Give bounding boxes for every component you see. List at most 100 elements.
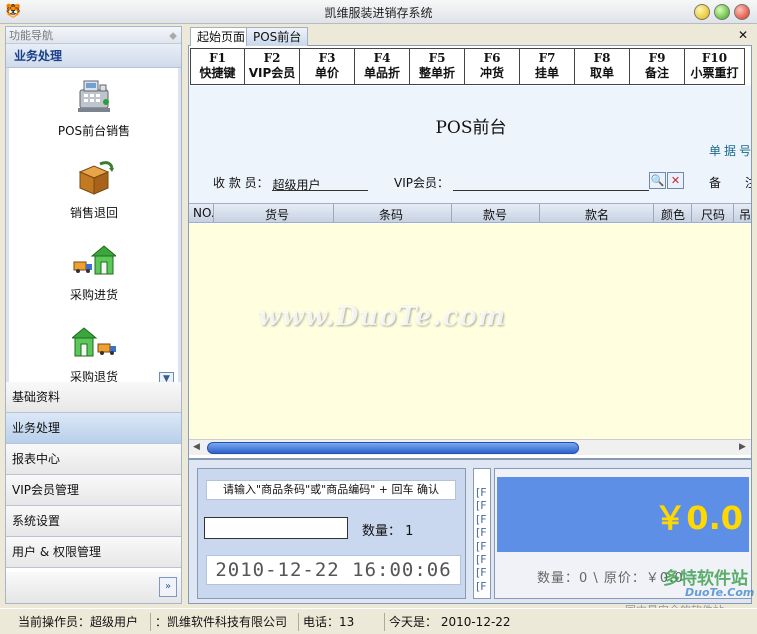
fkey-f4[interactable]: F4 单品折 xyxy=(355,48,410,85)
fkey-f5[interactable]: F5 整单折 xyxy=(410,48,465,85)
nav-group-list: 基础资料 业务处理 报表中心 VIP会员管理 系统设置 用户 & 权限管理 xyxy=(6,382,181,568)
status-operator: 当前操作员：超级用户 xyxy=(18,615,139,629)
fkey-f7[interactable]: F7 挂单 xyxy=(520,48,575,85)
nav-item-label: 采购进货 xyxy=(69,288,118,302)
nav-group-reports[interactable]: 报表中心 xyxy=(6,444,181,475)
nav-panel: 功能导航 ⬥ 业务处理 POS前台销售 销售退回 采购进货 采购退货 ▼ 基础资… xyxy=(5,26,182,604)
fkey-f2[interactable]: F2 VIP会员 xyxy=(245,48,300,85)
minimize-button[interactable] xyxy=(694,4,710,20)
quantity-field: 数量： 1 xyxy=(362,520,413,539)
quantity-value[interactable]: 1 xyxy=(405,524,413,539)
purchase-truck-house-icon xyxy=(72,240,118,278)
doc-number-label: 单据号 xyxy=(709,144,752,158)
col-item-no[interactable]: 货号 xyxy=(265,206,289,223)
fkey-code: F5 xyxy=(428,51,446,65)
horizontal-scrollbar[interactable]: ◀ ▶ xyxy=(189,439,751,455)
nav-group-basic-data[interactable]: 基础资料 xyxy=(6,382,181,413)
fk-list-item: [F xyxy=(476,499,487,513)
fk-list-item: [F xyxy=(476,566,487,580)
function-key-list: [F [F [F [F [F [F [F [F xyxy=(473,468,491,599)
nav-header-label: 功能导航 xyxy=(9,29,53,42)
vip-search-icon[interactable]: 🔍 xyxy=(649,172,666,189)
col-style-no[interactable]: 款号 xyxy=(483,206,507,223)
nav-group-users[interactable]: 用户 & 权限管理 xyxy=(6,537,181,568)
close-button[interactable] xyxy=(734,4,750,20)
col-style-name[interactable]: 款名 xyxy=(585,206,609,223)
tab-start-page[interactable]: 起始页面 xyxy=(190,27,253,46)
col-size[interactable]: 尺码 xyxy=(701,206,725,223)
fkey-f1[interactable]: F1 快捷键 xyxy=(190,48,245,85)
nav-item-label: POS前台销售 xyxy=(57,124,131,138)
vip-input[interactable] xyxy=(452,176,649,191)
fkey-label: 冲货 xyxy=(479,66,504,80)
title-bar: 🐯 凯维服装进销存系统 xyxy=(0,0,757,24)
fkey-label: 快捷键 xyxy=(199,66,236,80)
fkey-f6[interactable]: F6 冲货 xyxy=(465,48,520,85)
fkey-code: F2 xyxy=(263,51,281,65)
nav-group-settings[interactable]: 系统设置 xyxy=(6,506,181,537)
fk-list-item: [F xyxy=(476,553,487,567)
fkey-code: F6 xyxy=(483,51,501,65)
fkey-label: VIP会员 xyxy=(248,66,296,80)
status-bar: 当前操作员：超级用户 ：凯维软件科技有限公司 电话：13 今天是： 2010-1… xyxy=(0,608,757,634)
cashier-field: 收 款 员： 超级用户 xyxy=(213,174,369,192)
scroll-left-icon[interactable]: ◀ xyxy=(193,442,200,452)
fkey-f10[interactable]: F10 小票重打 xyxy=(685,48,745,85)
status-company: ：凯维软件科技有限公司 xyxy=(150,613,287,631)
total-display: ￥0.0 xyxy=(497,477,749,552)
nav-item-label: 销售退回 xyxy=(69,206,118,220)
barcode-input[interactable] xyxy=(204,517,348,539)
pos-header-area: POS前台 单据号 收 款 员： 超级用户 VIP会员： 🔍 ✕ 备 注 xyxy=(189,86,752,203)
fk-list-item: [F xyxy=(476,539,487,553)
fkey-code: F1 xyxy=(209,51,226,65)
window-title: 凯维服装进销存系统 xyxy=(324,6,433,20)
fkey-f3[interactable]: F3 单价 xyxy=(300,48,355,85)
fkey-f9[interactable]: F9 备注 xyxy=(630,48,685,85)
vip-clear-icon[interactable]: ✕ xyxy=(667,172,684,189)
barcode-hint: 请输入"商品条码"或"商品编码" + 回车 确认 xyxy=(206,480,456,500)
nav-item-list: POS前台销售 销售退回 采购进货 采购退货 ▼ xyxy=(6,68,181,396)
nav-item-sales-return[interactable]: 销售退回 xyxy=(9,158,178,221)
close-tab-icon[interactable]: ✕ xyxy=(738,28,748,42)
nav-group-vip[interactable]: VIP会员管理 xyxy=(6,475,181,506)
cashier-label: 收 款 员： xyxy=(213,176,269,190)
fk-list-item: [F xyxy=(476,579,487,593)
col-color[interactable]: 颜色 xyxy=(661,206,685,223)
fkey-code: F4 xyxy=(373,51,391,65)
fk-list-item: [F xyxy=(476,512,487,526)
fkey-label: 单价 xyxy=(314,66,339,80)
fk-list-item: [F xyxy=(476,486,487,499)
fkey-code: F9 xyxy=(648,51,666,65)
maximize-button[interactable] xyxy=(714,4,730,20)
pin-icon[interactable]: ⬥ xyxy=(169,27,177,44)
vip-label: VIP会员： xyxy=(394,176,449,190)
nav-item-purchase[interactable]: 采购进货 xyxy=(9,240,178,303)
tab-pos[interactable]: POS前台 xyxy=(246,27,309,46)
quantity-label: 数量： xyxy=(362,524,402,539)
nav-header: 功能导航 ⬥ xyxy=(6,27,181,44)
nav-item-pos-sales[interactable]: POS前台销售 xyxy=(9,76,178,139)
col-barcode[interactable]: 条码 xyxy=(379,206,403,223)
fkey-f8[interactable]: F8 取单 xyxy=(575,48,630,85)
datetime-display: 2010-12-22 16:00:06 xyxy=(206,555,461,585)
fkey-code: F7 xyxy=(538,51,556,65)
fkey-code: F8 xyxy=(593,51,611,65)
pos-title: POS前台 xyxy=(435,118,507,138)
scroll-right-icon[interactable]: ▶ xyxy=(739,442,746,452)
col-no[interactable]: NO. xyxy=(193,206,215,220)
scrollbar-thumb[interactable] xyxy=(207,442,579,454)
expand-icon[interactable]: » xyxy=(159,577,177,597)
nav-section-title: 业务处理 xyxy=(6,44,181,68)
fkey-label: 备注 xyxy=(644,66,669,80)
fkey-code: F3 xyxy=(318,51,336,65)
cashier-value: 超级用户 xyxy=(272,176,369,192)
cash-register-icon xyxy=(72,76,116,114)
nav-item-purchase-return[interactable]: 采购退货 xyxy=(9,322,178,385)
col-tag[interactable]: 吊 xyxy=(739,206,751,223)
remark-label: 备 xyxy=(709,176,722,190)
fk-list-item: [F xyxy=(476,526,487,540)
status-phone: 电话：13 xyxy=(298,613,356,631)
fkey-label: 挂单 xyxy=(534,66,559,80)
nav-group-business[interactable]: 业务处理 xyxy=(6,413,181,444)
grid-header: NO. 货号 条码 款号 款名 颜色 尺码 吊 xyxy=(189,203,751,223)
